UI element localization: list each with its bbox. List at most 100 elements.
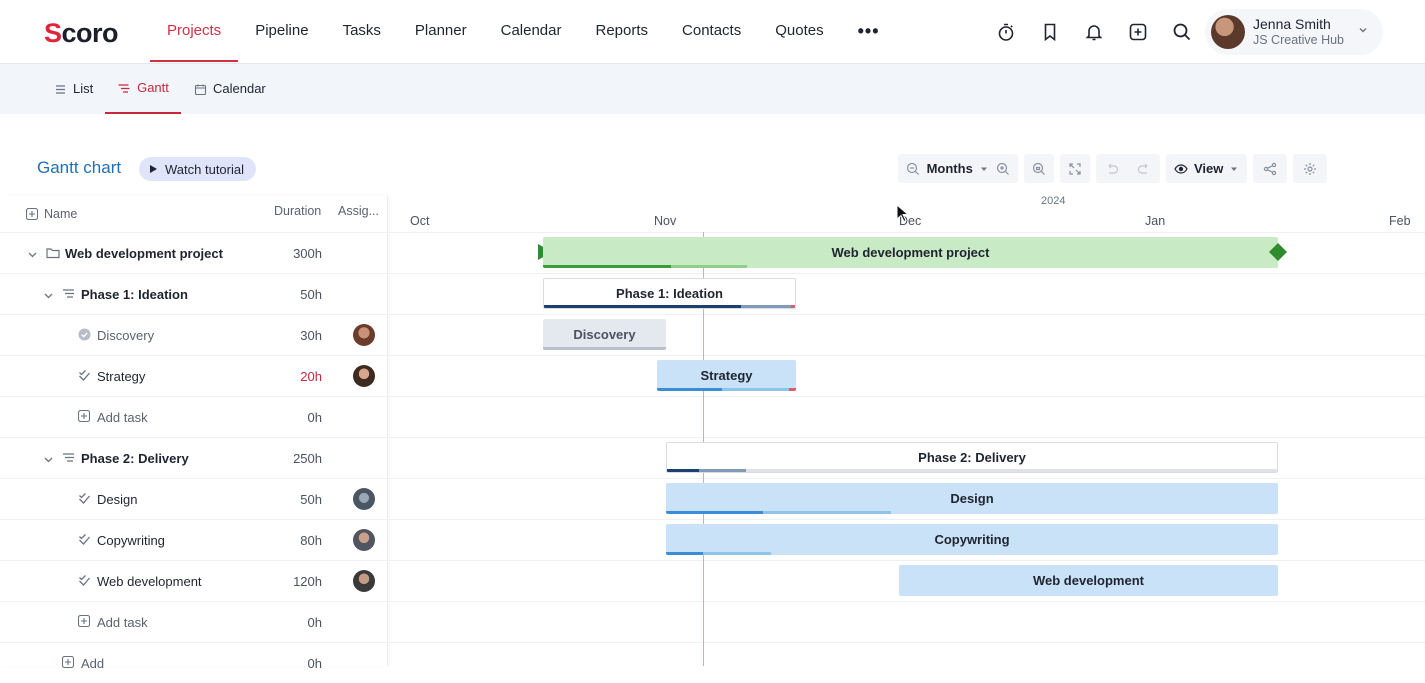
row-duration: 50h [300,287,322,302]
nav-pipeline[interactable]: Pipeline [238,0,325,62]
nav-reports[interactable]: Reports [578,0,665,62]
caret-down-icon [981,167,988,171]
add-task-link[interactable]: Add task [97,615,148,630]
nav-projects[interactable]: Projects [150,0,239,62]
fit-to-screen-button[interactable] [1024,154,1054,183]
design-bar[interactable]: Design [666,483,1278,514]
avatar[interactable] [353,529,375,551]
scale-select[interactable]: Months [898,154,1018,183]
zoom-out-icon[interactable] [906,162,920,176]
redo-icon[interactable] [1137,162,1151,176]
expand-button[interactable] [1060,154,1090,183]
share-icon [1264,162,1277,175]
row-name: Web development project [65,246,223,261]
divider [389,642,1425,643]
bookmark-icon[interactable] [1036,18,1064,46]
add-square-icon[interactable] [26,208,38,220]
chevron-down-icon[interactable] [43,454,54,465]
copywriting-bar[interactable]: Copywriting [666,524,1278,555]
folder-icon [46,248,60,259]
table-row[interactable]: Add task 0h [0,601,388,642]
table-row[interactable]: Add task 0h [0,396,388,437]
table-row[interactable]: Web development project 300h [0,232,388,273]
nav-tasks[interactable]: Tasks [326,0,398,62]
phase-icon [63,289,74,298]
duration-column-header[interactable]: Duration [274,196,321,232]
view-button[interactable]: View [1166,154,1248,183]
row-duration: 20h [300,369,322,384]
project-bar[interactable]: Web development project [543,237,1278,268]
settings-button[interactable] [1293,154,1328,183]
view-tabs-bar: List Gantt Calendar [0,64,1425,114]
undo-icon[interactable] [1105,162,1119,176]
table-row[interactable]: Strategy 20h [0,355,388,396]
avatar [1211,15,1245,49]
watch-tutorial-label: Watch tutorial [165,161,244,177]
plus-square-icon[interactable] [1124,18,1152,46]
tab-list[interactable]: List [54,64,93,114]
avatar[interactable] [353,488,375,510]
user-name: Jenna Smith [1253,16,1331,32]
table-row[interactable]: Web development 120h [0,560,388,601]
stopwatch-icon[interactable] [992,18,1020,46]
list-icon [56,84,65,94]
nav-contacts[interactable]: Contacts [665,0,758,62]
table-row[interactable]: Phase 1: Ideation 50h [0,273,388,314]
tab-gantt[interactable]: Gantt [105,64,181,114]
tab-calendar[interactable]: Calendar [194,64,266,114]
task-check-icon[interactable] [78,369,91,382]
scoro-logo[interactable]: Scoro [44,18,119,49]
strategy-bar[interactable]: Strategy [657,360,796,391]
add-square-icon[interactable] [62,656,74,668]
avatar[interactable] [353,570,375,592]
discovery-bar[interactable]: Discovery [543,319,666,350]
completed-check-icon[interactable] [78,328,91,341]
add-link[interactable]: Add [81,656,104,671]
assignee-column-header[interactable]: Assig... [338,196,379,232]
search-icon[interactable] [1168,18,1196,46]
watch-tutorial-button[interactable]: Watch tutorial [139,157,256,181]
nav-calendar[interactable]: Calendar [484,0,579,62]
chevron-down-icon[interactable] [27,249,38,260]
phase1-bar[interactable]: Phase 1: Ideation [543,278,796,309]
table-row[interactable]: Discovery 30h [0,314,388,355]
divider [389,396,1425,397]
top-navigation-bar: Scoro Projects Pipeline Tasks Planner Ca… [0,0,1425,64]
divider [389,314,1425,315]
zoom-in-icon[interactable] [996,162,1010,176]
project-end-milestone-icon[interactable] [1269,243,1287,261]
divider [389,560,1425,561]
task-check-icon[interactable] [78,492,91,505]
nav-more-icon[interactable]: ••• [841,0,897,62]
strategy-bar-label: Strategy [700,368,753,383]
view-label: View [1194,161,1224,176]
expand-icon [1069,162,1081,175]
user-menu[interactable]: Jenna Smith JS Creative Hub [1205,9,1383,55]
bell-icon[interactable] [1080,18,1108,46]
row-duration: 120h [293,574,322,589]
nav-quotes[interactable]: Quotes [758,0,840,62]
add-task-link[interactable]: Add task [97,410,148,425]
add-square-icon[interactable] [78,410,90,422]
table-row[interactable]: Phase 2: Delivery 250h [0,437,388,478]
chevron-down-icon[interactable] [43,290,54,301]
table-row[interactable]: Copywriting 80h [0,519,388,560]
name-column-header[interactable]: Name [26,196,77,232]
phase1-bar-label: Phase 1: Ideation [616,286,723,301]
webdev-bar[interactable]: Web development [899,565,1278,596]
caret-down-icon [1231,167,1238,171]
phase2-bar[interactable]: Phase 2: Delivery [666,442,1278,473]
table-row[interactable]: Design 50h [0,478,388,519]
row-name: Web development [97,574,202,589]
row-duration: 30h [300,328,322,343]
avatar[interactable] [353,324,375,346]
nav-planner[interactable]: Planner [398,0,484,62]
share-button[interactable] [1253,154,1288,183]
table-row[interactable]: Add 0h [0,642,388,683]
add-square-icon[interactable] [78,615,90,627]
gantt-icon [118,83,130,93]
task-check-icon[interactable] [78,533,91,546]
task-check-icon[interactable] [78,574,91,587]
avatar[interactable] [353,365,375,387]
divider [389,355,1425,356]
